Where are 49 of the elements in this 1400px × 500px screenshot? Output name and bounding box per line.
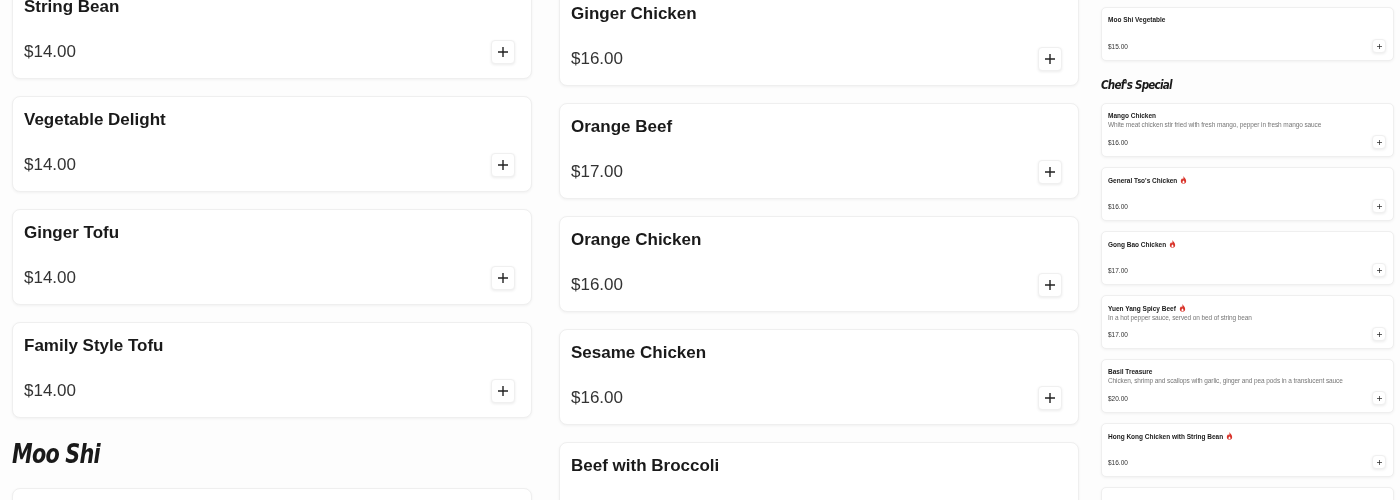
plus-icon	[1045, 54, 1055, 64]
plus-icon	[1045, 167, 1055, 177]
add-button[interactable]	[491, 266, 515, 290]
plus-icon	[1376, 203, 1382, 209]
dish-name: Orange Chicken	[571, 230, 702, 249]
plus-icon	[1376, 395, 1382, 401]
add-button[interactable]	[491, 379, 515, 403]
dish-name: Ginger Tofu	[24, 223, 120, 242]
dish-name: Ginger Chicken	[571, 4, 697, 23]
plus-icon	[498, 160, 508, 170]
add-button[interactable]	[491, 40, 515, 64]
dish-name: String Bean	[24, 0, 120, 16]
add-button[interactable]	[1372, 135, 1386, 149]
dish-price: $16.00	[571, 388, 623, 408]
plus-icon	[1376, 331, 1382, 337]
plus-icon	[1376, 459, 1382, 465]
add-button[interactable]	[1372, 327, 1386, 341]
add-button[interactable]	[1372, 199, 1386, 213]
dish-price: $17.00	[571, 162, 623, 182]
dish-price: $14.00	[24, 155, 76, 175]
plus-icon	[498, 47, 508, 57]
plus-icon	[1045, 393, 1055, 403]
add-button[interactable]	[1038, 160, 1062, 184]
dish-name: Beef with Broccoli	[571, 456, 720, 475]
plus-icon	[1376, 267, 1382, 273]
dish-price: $14.00	[24, 268, 76, 288]
plus-icon	[498, 386, 508, 396]
dish-name: Vegetable Delight	[24, 110, 166, 129]
add-button[interactable]	[491, 153, 515, 177]
add-button[interactable]	[1372, 39, 1386, 53]
plus-icon	[1376, 139, 1382, 145]
dish-price: $16.00	[571, 275, 623, 295]
add-button[interactable]	[1038, 47, 1062, 71]
add-button[interactable]	[1038, 273, 1062, 297]
dish-name: Orange Beef	[571, 117, 673, 136]
add-button[interactable]	[1372, 391, 1386, 405]
plus-icon	[1376, 43, 1382, 49]
dish-price: $14.00	[24, 42, 76, 62]
dish-name: Family Style Tofu	[24, 336, 164, 355]
dish-name: Sesame Chicken	[571, 343, 707, 362]
plus-icon	[498, 273, 508, 283]
add-button[interactable]	[1372, 455, 1386, 469]
section-heading: Chef's Special	[1101, 77, 1172, 92]
add-button[interactable]	[1372, 263, 1386, 277]
dish-price: $16.00	[571, 49, 623, 69]
dish-price: $14.00	[24, 381, 76, 401]
plus-icon	[1045, 280, 1055, 290]
section-heading: Moo Shi	[12, 441, 100, 467]
add-button[interactable]	[1038, 386, 1062, 410]
